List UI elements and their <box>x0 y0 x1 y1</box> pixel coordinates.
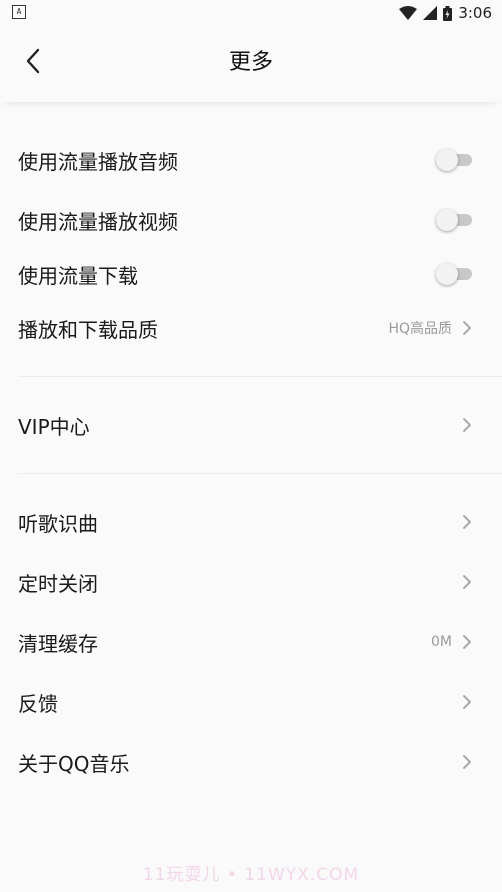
vip-right-wrap <box>462 395 472 455</box>
status-bar: A 3:06 <box>0 0 502 26</box>
row-right-wrap <box>462 492 472 552</box>
status-time: 3:06 <box>458 4 492 22</box>
setting-row-sleep-timer[interactable]: 定时关闭 <box>0 552 502 612</box>
chevron-right-icon <box>463 321 471 335</box>
watermark-text: 11玩耍儿 • 11WYX.COM <box>142 865 360 885</box>
setting-label: 关于QQ音乐 <box>18 751 130 776</box>
chevron-right-icon <box>463 695 471 709</box>
section-divider <box>18 376 502 377</box>
setting-row-quality[interactable]: 播放和下载品质 HQ高品质 <box>0 298 502 358</box>
toggle-knob <box>436 209 458 231</box>
setting-row-clear-cache[interactable]: 清理缓存 0M <box>0 612 502 672</box>
setting-row-song-recognition[interactable]: 听歌识曲 <box>0 492 502 552</box>
settings-list: 使用流量播放音频 使用流量播放视频 使用流量下载 播放和下载品质 HQ高品质 V… <box>0 102 502 792</box>
row-right-wrap <box>462 552 472 612</box>
toggle-knob <box>436 149 458 171</box>
toggle-knob <box>436 263 458 285</box>
wifi-icon <box>399 6 418 20</box>
chevron-right-icon <box>463 635 471 649</box>
setting-label: 听歌识曲 <box>18 511 98 536</box>
chevron-right-icon <box>463 755 471 769</box>
row-right-wrap <box>462 672 472 732</box>
signal-icon <box>423 6 438 20</box>
setting-label: 播放和下载品质 <box>18 317 158 342</box>
video-data-toggle[interactable] <box>436 209 472 231</box>
battery-icon <box>443 5 453 21</box>
section-divider <box>18 473 502 474</box>
download-data-toggle[interactable] <box>436 263 472 285</box>
setting-label: 定时关闭 <box>18 571 98 596</box>
setting-row-vip[interactable]: VIP中心 <box>0 395 502 455</box>
chevron-right-icon <box>463 418 471 432</box>
cache-size-value: 0M <box>431 634 452 650</box>
setting-label: 清理缓存 <box>18 631 98 656</box>
top-app-bar: 更多 <box>0 26 502 102</box>
audio-data-toggle[interactable] <box>436 149 472 171</box>
status-icons: 3:06 <box>399 4 492 22</box>
setting-label: VIP中心 <box>18 414 90 439</box>
setting-label: 使用流量播放音频 <box>18 149 178 174</box>
setting-row-audio-data[interactable]: 使用流量播放音频 <box>0 130 502 190</box>
chevron-right-icon <box>463 575 471 589</box>
quality-value-wrap: HQ高品质 <box>388 298 472 358</box>
setting-label: 使用流量下载 <box>18 263 138 288</box>
setting-row-feedback[interactable]: 反馈 <box>0 672 502 732</box>
quality-value: HQ高品质 <box>388 321 452 337</box>
setting-label: 反馈 <box>18 691 58 716</box>
setting-row-video-data[interactable]: 使用流量播放视频 <box>0 190 502 250</box>
chevron-right-icon <box>463 515 471 529</box>
setting-row-download-data[interactable]: 使用流量下载 <box>0 250 502 298</box>
setting-row-about[interactable]: 关于QQ音乐 <box>0 732 502 792</box>
notification-a-icon: A <box>12 5 26 19</box>
row-right-wrap <box>462 732 472 792</box>
setting-label: 使用流量播放视频 <box>18 209 178 234</box>
page-title: 更多 <box>228 50 273 75</box>
cache-value-wrap: 0M <box>431 612 472 672</box>
